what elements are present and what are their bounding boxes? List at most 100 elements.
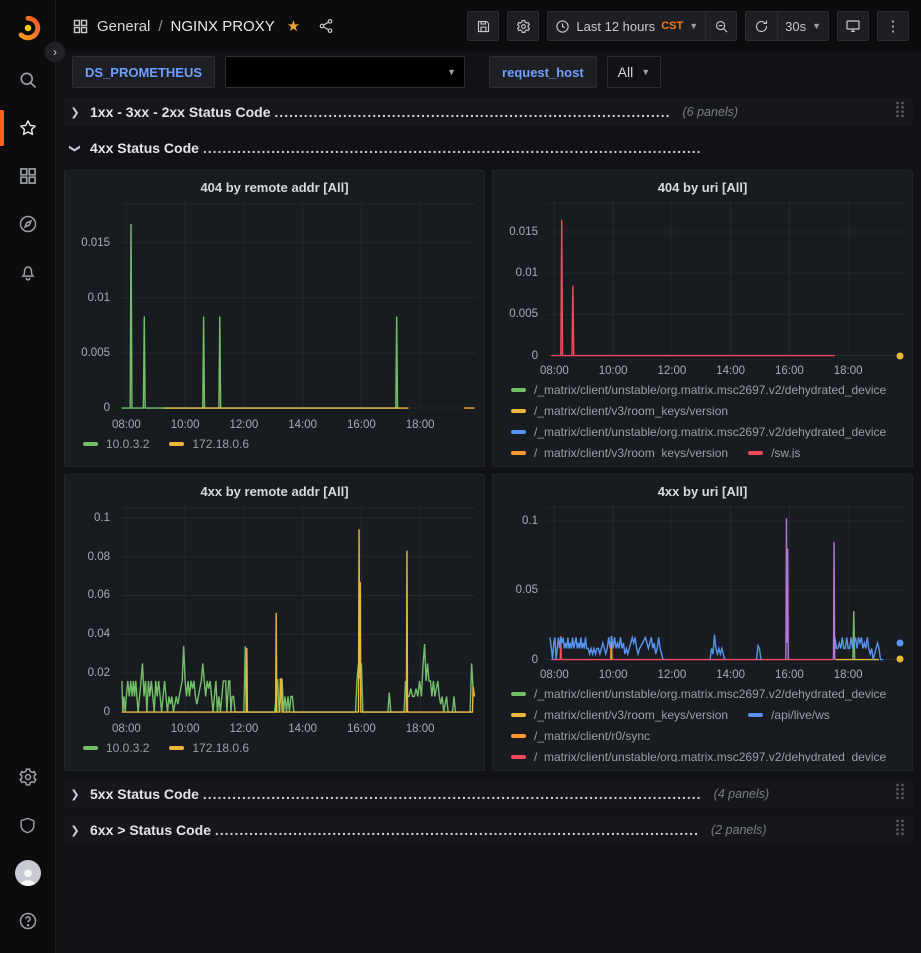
sidebar-expand-button[interactable]: › [44,41,66,63]
refresh-interval-label: 30s [785,19,806,34]
sidebar-bottom-group [0,753,56,953]
legend-swatch [511,713,526,717]
y-tick-label: 0.06 [88,589,110,601]
save-icon [476,19,491,34]
time-range-picker[interactable]: Last 12 hours CST ▼ [547,11,705,41]
grafana-logo-icon [15,15,41,41]
share-icon[interactable] [318,18,334,34]
row-title: 5xx Status Code [90,786,199,802]
star-outline-icon [18,118,38,138]
y-axis: 00.020.040.060.080.1 [73,505,119,718]
legend-item[interactable]: /_matrix/client/v3/room_keys/version [511,445,728,458]
page-title[interactable]: NGINX PROXY [171,18,275,35]
chart-plot-area[interactable] [119,201,476,414]
legend-swatch [511,409,526,413]
host-variable-select[interactable]: All ▼ [607,56,661,88]
legend-item[interactable]: 10.0.3.2 [83,436,149,452]
row-5xx[interactable]: ❯ 5xx Status Code ......................… [64,780,913,808]
y-tick-label: 0.005 [81,347,110,359]
x-tick-label: 16:00 [775,669,804,681]
compass-icon [18,214,38,234]
datasource-variable-label: DS_PROMETHEUS [72,56,215,88]
breadcrumb-folder[interactable]: General [97,18,150,35]
row-6xx[interactable]: ❯ 6xx > Status Code ....................… [64,816,913,844]
refresh-dashboard-button[interactable] [745,11,777,41]
chart-plot-area[interactable] [119,505,476,718]
panel-404-by-remote-addr: 404 by remote addr [All] 00.0050.010.015… [64,170,485,467]
y-tick-label: 0.015 [81,237,110,249]
zoom-out-time-button[interactable] [705,11,737,41]
legend-label: /_matrix/client/v3/room_keys/version [534,446,728,458]
main-area: General / NGINX PROXY ★ [56,0,921,953]
sidebar-item-explore[interactable] [0,200,56,248]
x-tick-label: 16:00 [347,723,376,735]
sidebar-item-dashboards[interactable] [0,152,56,200]
legend-item[interactable]: /_matrix/client/unstable/org.matrix.msc2… [511,686,886,702]
series-line [833,542,834,660]
panel-title[interactable]: 404 by remote addr [All] [73,175,476,201]
x-tick-label: 18:00 [406,419,435,431]
x-tick-label: 14:00 [716,365,745,377]
row-4xx[interactable]: ❯ 4xx Status Code ......................… [64,134,913,162]
sidebar-item-configuration[interactable] [0,753,56,801]
row-drag-handle[interactable] [895,819,905,841]
sidebar-item-alerting[interactable] [0,248,56,296]
chart-plot-area[interactable] [547,505,904,664]
series-end-dot [897,655,904,662]
x-tick-label: 14:00 [288,723,317,735]
legend-item[interactable]: /_matrix/client/unstable/org.matrix.msc2… [511,382,886,398]
row-title: 6xx > Status Code [90,822,211,838]
dashboard-settings-button[interactable] [507,11,539,41]
y-tick-label: 0.005 [509,308,538,320]
cycle-view-mode-button[interactable] [837,11,869,41]
save-dashboard-button[interactable] [467,11,499,41]
sidebar-item-profile[interactable] [0,849,56,897]
row-panel-count: (6 panels) [682,105,738,119]
legend-item[interactable]: /_matrix/client/v3/room_keys/version [511,707,728,723]
more-options-button[interactable]: ⋮ [877,11,909,41]
dashboards-grid-icon [18,166,38,186]
sidebar-item-server-admin[interactable] [0,801,56,849]
legend-label: /sw.js [771,446,800,458]
legend-item[interactable]: /_matrix/client/unstable/org.matrix.msc2… [511,749,886,762]
legend-item[interactable]: 10.0.3.2 [83,740,149,756]
host-variable-label: request_host [489,56,597,88]
legend-swatch [511,430,526,434]
legend-item[interactable]: /sw.js [748,445,800,458]
panel-title[interactable]: 4xx by remote addr [All] [73,479,476,505]
chevron-right-icon: ❯ [68,106,82,119]
y-tick-label: 0 [104,402,110,414]
y-tick-label: 0.015 [509,226,538,238]
legend-label: /_matrix/client/unstable/org.matrix.msc2… [534,425,886,439]
series-line [833,637,883,659]
legend-item[interactable]: 172.18.0.6 [169,740,249,756]
datasource-variable-select[interactable]: ▼ [225,56,465,88]
series-line [551,220,835,356]
row-title-dots: ........................................… [274,104,670,120]
sidebar-item-starred[interactable] [0,104,56,152]
legend-item[interactable]: /api/live/ws [748,707,830,723]
y-tick-label: 0.08 [88,551,110,563]
chevron-down-icon: ❯ [69,141,82,155]
favorite-star-icon[interactable]: ★ [287,17,300,35]
gear-icon [18,767,38,787]
panel-title[interactable]: 404 by uri [All] [501,175,904,201]
sidebar-item-search[interactable] [0,56,56,104]
sidebar-item-help[interactable] [0,897,56,945]
legend-item[interactable]: /_matrix/client/v3/room_keys/version [511,403,728,419]
row-drag-handle[interactable] [895,783,905,805]
dashboard-canvas: ❯ 1xx - 3xx - 2xx Status Code ..........… [56,92,921,953]
legend-item[interactable]: /_matrix/client/unstable/org.matrix.msc2… [511,424,886,440]
y-tick-label: 0.04 [88,628,110,640]
y-tick-label: 0.1 [94,512,110,524]
legend-item[interactable]: /_matrix/client/r0/sync [511,728,650,744]
row-drag-handle[interactable] [895,101,905,123]
chevron-right-icon: ❯ [68,824,82,837]
row-1xx-3xx-2xx[interactable]: ❯ 1xx - 3xx - 2xx Status Code ..........… [64,98,913,126]
panel-title[interactable]: 4xx by uri [All] [501,479,904,505]
y-tick-label: 0.01 [516,267,538,279]
legend-item[interactable]: 172.18.0.6 [169,436,249,452]
chart-plot-area[interactable] [547,201,904,360]
refresh-interval-picker[interactable]: 30s ▼ [777,11,829,41]
grafana-app: › [0,0,921,953]
